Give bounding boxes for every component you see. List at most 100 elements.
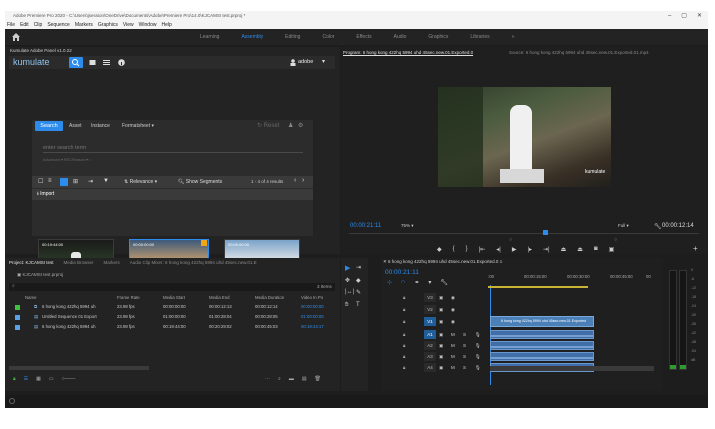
- new-bin-icon[interactable]: ▬: [289, 376, 294, 382]
- workspace-tab-color[interactable]: Color: [322, 29, 334, 45]
- step-back-icon[interactable]: ◂|: [496, 246, 501, 254]
- lock-icon[interactable]: 🔒︎: [403, 351, 405, 362]
- menu-item-view[interactable]: View: [123, 21, 134, 29]
- automate-icon[interactable]: ⋯: [265, 376, 270, 382]
- video-clip[interactable]: 6 hong kong 422hq 5994 uhd 45sec.new.01.…: [490, 316, 594, 327]
- panel-tab[interactable]: Audio Clip Mixer: 6 hong kong 422hq 5994…: [130, 258, 257, 267]
- step-forward-icon[interactable]: |▸: [527, 246, 532, 254]
- menu-item-edit[interactable]: Edit: [20, 21, 29, 29]
- audio-clip[interactable]: [490, 352, 594, 361]
- sync-lock-icon[interactable]: ▣: [439, 292, 443, 303]
- ripple-edit-icon[interactable]: ✥: [345, 277, 350, 284]
- relevance-sort[interactable]: ⇅ Relevance ▾: [124, 179, 157, 185]
- extract-icon[interactable]: ⏏: [577, 246, 583, 254]
- formatsheet-tab[interactable]: Formatsheet ▾: [122, 123, 154, 129]
- filter-icon[interactable]: ▼: [103, 178, 109, 184]
- microphone-icon[interactable]: 🎙︎: [475, 362, 481, 373]
- eye-icon[interactable]: ◉: [451, 316, 455, 327]
- track-target-v2[interactable]: V2: [424, 305, 436, 314]
- freeform-view-icon[interactable]: ▭: [49, 376, 54, 382]
- search-input[interactable]: enter search term: [43, 142, 303, 153]
- mute-button[interactable]: M: [451, 340, 455, 351]
- camera-icon[interactable]: ◙: [594, 246, 598, 254]
- workspace-tab-audio[interactable]: Audio: [394, 29, 407, 45]
- nest-icon[interactable]: ⊹: [387, 279, 392, 286]
- label-color-swatch[interactable]: [15, 315, 20, 320]
- sync-lock-icon[interactable]: ▣: [439, 362, 443, 373]
- track-select-icon[interactable]: ⇥: [356, 264, 361, 271]
- inbox-icon[interactable]: [89, 59, 96, 66]
- sync-lock-icon[interactable]: ▣: [439, 304, 443, 315]
- timeline-tab[interactable]: ✕ 6 hong kong 422hq 5994 uhd 45sec.new.0…: [383, 258, 502, 266]
- wrench-icon[interactable]: 🔧︎: [440, 279, 448, 286]
- checkbox[interactable]: ☐: [38, 178, 43, 185]
- list-view-icon[interactable]: ☰: [24, 376, 28, 382]
- column-header[interactable]: Media Duration: [255, 294, 284, 302]
- comparison-icon[interactable]: ▣: [609, 246, 615, 254]
- workspace-tab-graphics[interactable]: Graphics: [428, 29, 448, 45]
- audio-clip[interactable]: [490, 330, 594, 339]
- work-area-bar[interactable]: [488, 286, 588, 288]
- filters-line[interactable]: Advanced ▾ RECReason ▾ •: [43, 157, 90, 162]
- snap-icon[interactable]: ∩: [401, 279, 405, 286]
- menu-item-markers[interactable]: Markers: [75, 21, 93, 29]
- range-in-marker[interactable]: ○: [509, 237, 512, 243]
- project-tab[interactable]: Project: KJCAMSI test: [9, 258, 54, 267]
- lock-icon[interactable]: 🔒︎: [403, 304, 405, 315]
- close-button[interactable]: ✕: [697, 11, 702, 21]
- program-tab[interactable]: Program: 6 hong kong 422hq 5994 uhd 45se…: [343, 49, 473, 57]
- audio-clip[interactable]: [490, 341, 594, 350]
- new-item-icon[interactable]: ▤: [302, 376, 307, 382]
- table-row[interactable]: ▤ 6 hong kong 422hq 5994 uh 23.98 fps 00:19…: [5, 323, 340, 331]
- lock-icon[interactable]: 🔒︎: [403, 362, 405, 373]
- maximize-button[interactable]: ▢: [681, 11, 687, 21]
- quality-select[interactable]: Full ▾: [618, 223, 629, 229]
- sync-lock-icon[interactable]: ▣: [439, 351, 443, 362]
- marker-icon[interactable]: ▾: [428, 279, 431, 286]
- show-segments-button[interactable]: 🔍︎ Show Segments: [178, 179, 222, 185]
- panel-tab[interactable]: Markers: [104, 258, 120, 267]
- timeline-timecode[interactable]: 00:00:21:11: [385, 269, 419, 276]
- menu-item-sequence[interactable]: Sequence: [47, 21, 70, 29]
- go-to-out-icon[interactable]: ⇥|: [543, 246, 550, 254]
- search-icon[interactable]: [69, 57, 83, 68]
- table-row[interactable]: ⧉ 6 hong kong 422hq 5994 uh 23.98 fps 00:00…: [5, 303, 340, 311]
- list-icon[interactable]: [103, 59, 110, 66]
- track-target-a2[interactable]: A2: [424, 341, 436, 350]
- solo-button[interactable]: S: [463, 340, 466, 351]
- grid-view-icon[interactable]: [60, 178, 68, 186]
- menu-item-file[interactable]: File: [7, 21, 15, 29]
- source-tab[interactable]: Source: 6 hong kong 422hq 5994 uhd 45sec…: [509, 49, 649, 57]
- workspace-tab-learning[interactable]: Learning: [200, 29, 219, 45]
- lift-icon[interactable]: ⏏: [561, 246, 567, 254]
- program-timecode[interactable]: 00:00:21:11: [350, 223, 381, 229]
- zoom-select[interactable]: 75% ▾: [401, 223, 414, 229]
- person-icon[interactable]: ♟: [288, 122, 293, 129]
- solo-button[interactable]: S: [463, 329, 466, 340]
- solo-button[interactable]: S: [463, 351, 466, 362]
- marker-icon[interactable]: ◆: [437, 246, 442, 254]
- menu-item-graphics[interactable]: Graphics: [98, 21, 118, 29]
- selection-tool-icon[interactable]: ▶: [345, 264, 350, 272]
- chevron-down-icon[interactable]: ▾: [322, 58, 325, 65]
- column-header[interactable]: Video In Po: [301, 294, 323, 302]
- slip-icon[interactable]: |↔|: [345, 289, 354, 295]
- workspace-tab-libraries[interactable]: Libraries: [470, 29, 489, 45]
- find-icon[interactable]: ⌕: [278, 376, 281, 382]
- track-target-v3[interactable]: V3: [424, 293, 436, 302]
- info-icon[interactable]: [118, 59, 125, 66]
- mark-in-icon[interactable]: {: [453, 246, 455, 254]
- next-page-icon[interactable]: ›: [302, 177, 304, 184]
- pen-icon[interactable]: ✎: [356, 289, 361, 296]
- icon-view-icon[interactable]: ▦: [36, 376, 41, 382]
- hand-icon[interactable]: ✋︎: [345, 302, 348, 309]
- menu-item-help[interactable]: Help: [161, 21, 171, 29]
- mute-button[interactable]: M: [451, 329, 455, 340]
- panel-tab[interactable]: Media Browser: [64, 258, 94, 267]
- trash-icon[interactable]: 🗑︎: [315, 376, 321, 382]
- microphone-icon[interactable]: 🎙︎: [475, 340, 481, 351]
- user-name[interactable]: adobe: [298, 59, 313, 65]
- mark-out-icon[interactable]: }: [466, 246, 468, 254]
- playhead-bar[interactable]: [349, 233, 699, 234]
- column-header[interactable]: Name: [25, 294, 36, 302]
